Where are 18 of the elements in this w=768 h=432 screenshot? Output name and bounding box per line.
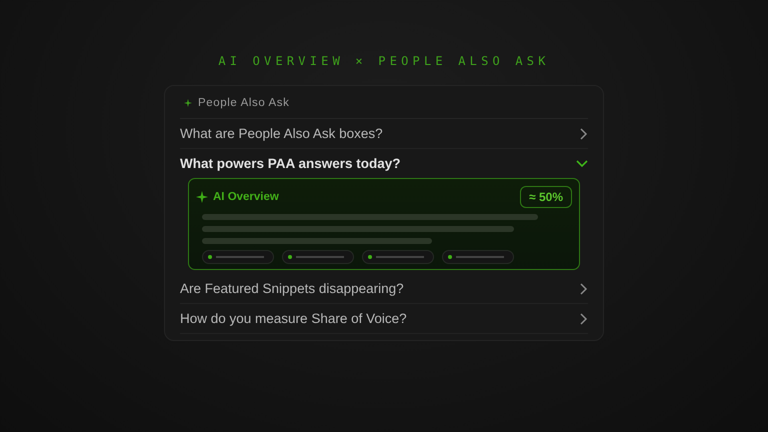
ai-overview-label: AI Overview [213, 191, 279, 203]
chevron-right-icon [580, 282, 588, 294]
question-row[interactable]: Are Featured Snippets disappearing? [180, 274, 588, 304]
question-row[interactable]: How do you measure Share of Voice? [180, 304, 588, 334]
chevron-right-icon [580, 128, 588, 140]
panel-heading: People Also Ask [198, 97, 290, 109]
chevron-down-icon [576, 160, 588, 168]
question-row[interactable]: What are People Also Ask boxes? [180, 119, 588, 149]
sparkle-icon [196, 191, 208, 203]
source-chip [442, 250, 514, 264]
source-chip [282, 250, 354, 264]
question-row[interactable]: What powers PAA answers today? [180, 149, 588, 178]
chevron-right-icon [580, 312, 588, 324]
page-title: AI OVERVIEW × PEOPLE ALSO ASK [218, 54, 550, 68]
share-badge: ≈ 50% [520, 186, 572, 208]
sparkle-icon [184, 99, 192, 107]
source-chip [362, 250, 434, 264]
source-chip [202, 250, 274, 264]
